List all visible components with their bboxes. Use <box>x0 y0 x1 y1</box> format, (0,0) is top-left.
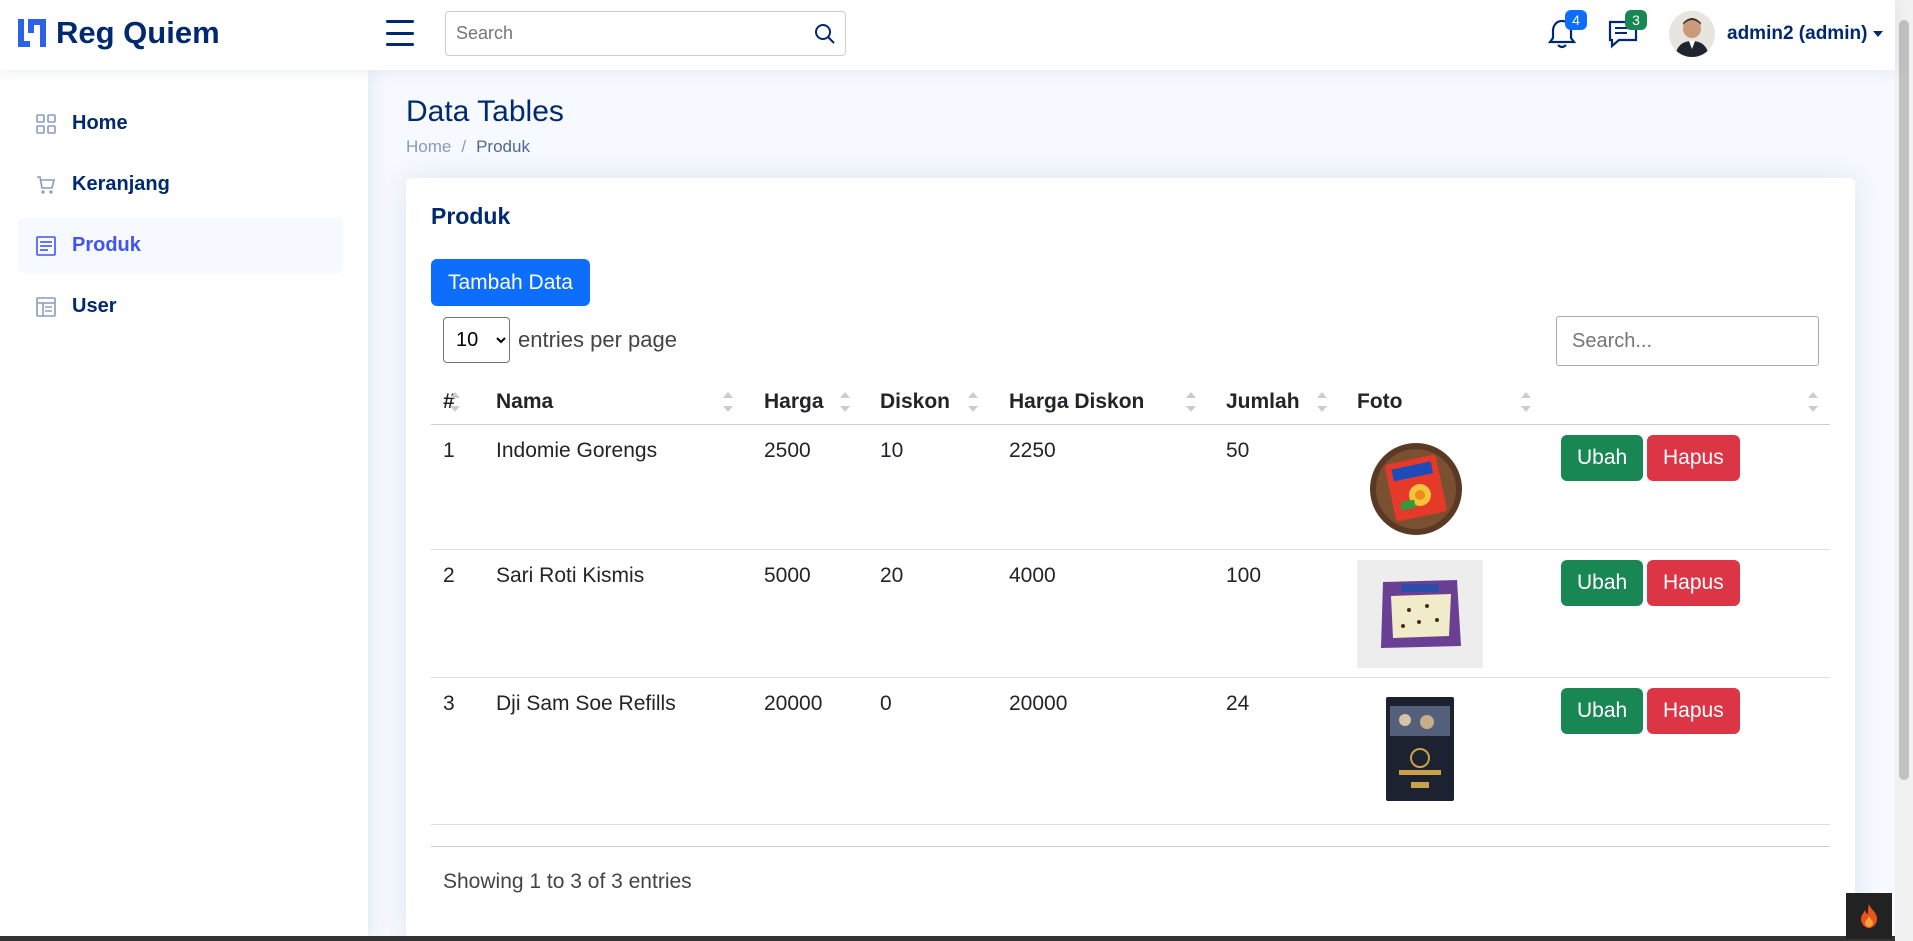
flame-icon <box>1861 904 1877 928</box>
sort-icon[interactable] <box>1186 388 1196 416</box>
messages-button[interactable]: 3 <box>1607 10 1647 52</box>
column-header-jumlah[interactable]: Jumlah <box>1226 378 1300 425</box>
cell-no: 2 <box>443 564 455 587</box>
delete-button[interactable]: Hapus <box>1647 560 1740 606</box>
cell-harga: 2500 <box>764 439 811 462</box>
cell-nama: Sari Roti Kismis <box>496 564 645 587</box>
sort-icon[interactable] <box>840 388 850 416</box>
page-scrollbar[interactable] <box>1895 0 1913 941</box>
cell-harga-diskon: 2250 <box>1009 439 1056 462</box>
sidebar-item-user[interactable]: User <box>18 279 343 334</box>
sidebar-item-produk[interactable]: Produk <box>18 218 343 273</box>
breadcrumb-separator: / <box>461 137 467 156</box>
messages-badge: 3 <box>1625 10 1647 30</box>
cell-no: 1 <box>443 439 455 462</box>
cell-no: 3 <box>443 692 455 715</box>
page-title-section: Data Tables Home / Produk <box>406 95 564 157</box>
cell-harga: 5000 <box>764 564 811 587</box>
column-header-nama[interactable]: Nama <box>496 378 553 425</box>
cart-icon <box>37 175 56 194</box>
cell-harga-diskon: 4000 <box>1009 564 1056 587</box>
layout-text-icon <box>36 235 56 256</box>
delete-button[interactable]: Hapus <box>1647 688 1740 734</box>
header-search <box>445 11 846 56</box>
sidebar-item-label: Produk <box>72 234 141 256</box>
sidebar-item-label: Home <box>72 112 128 134</box>
table-row: 1 Indomie Gorengs 2500 10 2250 50 Ubah H… <box>431 425 1830 550</box>
grid-icon <box>36 113 56 134</box>
cell-harga: 20000 <box>764 692 823 715</box>
header-search-input[interactable] <box>446 12 805 55</box>
sidebar-item-label: User <box>72 295 117 317</box>
edit-button[interactable]: Ubah <box>1561 435 1644 481</box>
sort-icon[interactable] <box>1808 388 1818 416</box>
cell-harga-diskon: 20000 <box>1009 692 1068 715</box>
table-icon <box>36 296 56 317</box>
breadcrumb: Home / Produk <box>406 137 564 157</box>
sidebar-item-keranjang[interactable]: Keranjang <box>18 157 343 212</box>
brand-name: Reg Quiem <box>56 15 220 50</box>
search-icon[interactable] <box>805 12 845 55</box>
edit-button[interactable]: Ubah <box>1561 688 1644 734</box>
cell-nama: Indomie Gorengs <box>496 439 658 462</box>
cell-jumlah: 24 <box>1226 692 1250 715</box>
chevron-down-icon <box>1873 31 1884 37</box>
sort-icon[interactable] <box>450 388 460 416</box>
column-header-harga-diskon[interactable]: Harga Diskon <box>1009 378 1144 425</box>
cell-nama: Dji Sam Soe Refills <box>496 692 676 715</box>
sidebar-item-home[interactable]: Home <box>18 96 343 151</box>
table-footer-divider <box>431 846 1830 847</box>
indomie-photo <box>1370 443 1462 535</box>
per-page-select[interactable]: 510152025 <box>443 317 510 363</box>
debug-toolbar-button[interactable] <box>1846 893 1892 939</box>
sort-icon[interactable] <box>968 388 978 416</box>
notifications-badge: 4 <box>1565 10 1587 30</box>
bottom-strip <box>0 936 1895 941</box>
sidebar-toggle-button[interactable] <box>386 20 414 46</box>
cell-diskon: 10 <box>880 439 904 462</box>
cell-diskon: 0 <box>880 692 892 715</box>
header-bar: Reg Quiem 4 3 <box>0 0 1895 70</box>
table-info: Showing 1 to 3 of 3 entries <box>443 870 692 893</box>
notifications-button[interactable]: 4 <box>1547 10 1587 52</box>
page-title: Data Tables <box>406 95 564 128</box>
cell-jumlah: 100 <box>1226 564 1262 587</box>
entries-per-page: 510152025 entries per page <box>443 317 677 363</box>
sidebar: Home Keranjang Produk User <box>0 70 368 941</box>
card-title: Produk <box>431 203 511 229</box>
table-search-input[interactable] <box>1556 316 1819 366</box>
table-row: 3 Dji Sam Soe Refills 20000 0 20000 24 U… <box>431 678 1830 825</box>
delete-button[interactable]: Hapus <box>1647 435 1740 481</box>
cell-diskon: 20 <box>880 564 904 587</box>
cell-jumlah: 50 <box>1226 439 1250 462</box>
breadcrumb-home-link[interactable]: Home <box>406 137 451 157</box>
sort-icon[interactable] <box>1521 388 1531 416</box>
table-row: 2 Sari Roti Kismis 5000 20 4000 100 Ubah… <box>431 550 1830 678</box>
produk-card: Produk Tambah Data 510152025 entries per… <box>406 178 1855 941</box>
sidebar-item-label: Keranjang <box>72 173 170 195</box>
column-header-diskon[interactable]: Diskon <box>880 378 950 425</box>
table-header: # Nama Harga Diskon Harga Diskon Jumlah … <box>431 378 1830 425</box>
per-page-label: entries per page <box>518 327 677 352</box>
edit-button[interactable]: Ubah <box>1561 560 1644 606</box>
add-data-button[interactable]: Tambah Data <box>431 259 590 306</box>
dji-sam-soe-photo <box>1386 697 1454 801</box>
sort-icon[interactable] <box>723 388 733 416</box>
breadcrumb-current: Produk <box>476 137 530 156</box>
profile-dropdown[interactable]: admin2 (admin) <box>1669 11 1884 57</box>
logo-icon <box>18 19 46 47</box>
column-header-harga[interactable]: Harga <box>764 378 824 425</box>
sort-icon[interactable] <box>1317 388 1327 416</box>
produk-table: # Nama Harga Diskon Harga Diskon Jumlah … <box>431 378 1830 825</box>
brand-logo[interactable]: Reg Quiem <box>16 15 220 51</box>
sari-roti-photo <box>1357 560 1483 668</box>
column-header-foto[interactable]: Foto <box>1357 378 1402 425</box>
avatar <box>1669 11 1715 57</box>
profile-name: admin2 (admin) <box>1727 23 1868 44</box>
scrollbar-thumb[interactable] <box>1899 20 1909 780</box>
